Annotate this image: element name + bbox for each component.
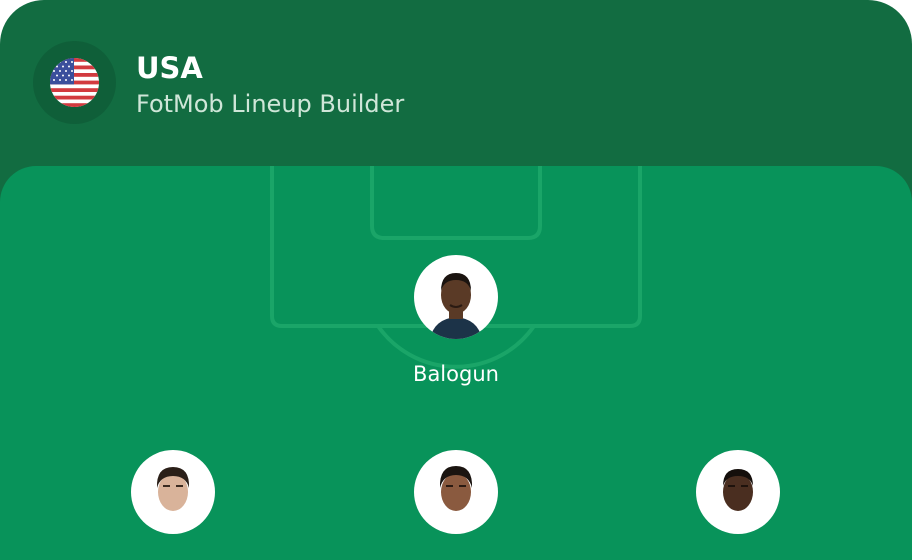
player-name: Balogun	[413, 362, 499, 386]
player-avatar	[414, 450, 498, 534]
player-slot-striker[interactable]: Balogun	[386, 255, 526, 387]
player-slot-right-wing[interactable]	[668, 450, 808, 556]
player-avatar	[414, 255, 498, 339]
team-name: USA	[136, 51, 203, 85]
team-header: USA FotMob Lineup Builder	[0, 0, 912, 166]
usa-flag-icon	[50, 58, 99, 107]
pitch: Balogun	[0, 166, 912, 560]
flag-badge	[33, 41, 116, 124]
player-slot-center[interactable]	[386, 450, 526, 556]
player-slot-left-wing[interactable]	[103, 450, 243, 556]
goal-box	[370, 166, 542, 240]
player-avatar	[131, 450, 215, 534]
player-avatar	[696, 450, 780, 534]
lineup-card: USA FotMob Lineup Builder Balogun	[0, 0, 912, 560]
app-subtitle: FotMob Lineup Builder	[136, 90, 405, 118]
